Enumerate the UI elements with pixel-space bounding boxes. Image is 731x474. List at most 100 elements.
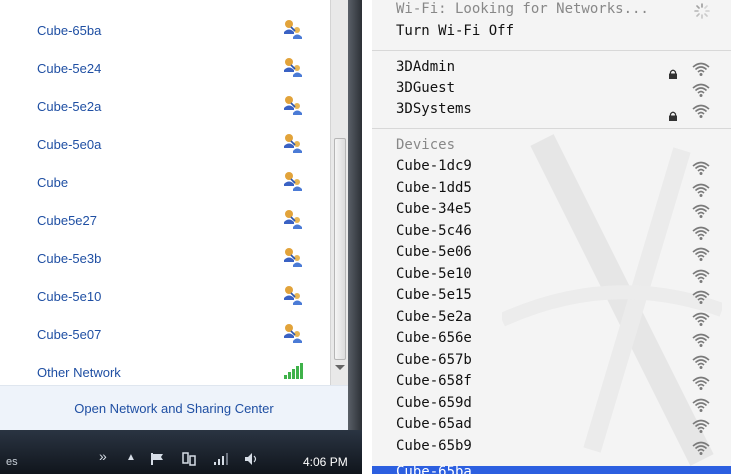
windows-network-item[interactable]: Cube-5e24 — [0, 49, 330, 87]
taskbar-clock[interactable]: 4:06 PM — [303, 455, 348, 469]
windows-network-item[interactable]: Cube-5e10 — [0, 277, 330, 315]
wifi-icon — [691, 246, 711, 262]
open-network-sharing-center-link[interactable]: Open Network and Sharing Center — [74, 401, 273, 416]
scroll-down-arrow-icon[interactable] — [335, 365, 345, 370]
network-name: Cube-5e2a — [37, 98, 102, 114]
wifi-icon — [691, 203, 711, 219]
device-name: Cube-1dc9 — [396, 158, 472, 174]
wifi-network-item[interactable]: 3DGuest — [372, 79, 731, 101]
device-name: Cube-65b9 — [396, 437, 472, 454]
device-name: Cube-1dd5 — [396, 179, 472, 196]
adhoc-network-icon — [282, 18, 304, 40]
tray-volume-icon[interactable] — [243, 452, 261, 469]
windows-network-flyout: Cube-65ba Cube-5e24 Cube-5e2a Cube-5e0a Cube… — [0, 0, 362, 474]
network-name: Cube-5e24 — [37, 60, 102, 76]
wifi-icon — [691, 103, 711, 119]
wifi-icon — [691, 268, 711, 284]
device-item[interactable]: Cube-5c46 — [372, 222, 731, 244]
wifi-icon — [691, 440, 711, 456]
windows-network-item[interactable]: Cube-5e07 — [0, 315, 330, 353]
mac-wifi-menu: Wi-Fi: Looking for Networks... Turn Wi-F… — [372, 0, 731, 474]
device-name: Cube-659d — [396, 394, 472, 411]
wifi-network-item[interactable]: 3DSystems — [372, 100, 731, 122]
flyout-border — [348, 0, 362, 432]
device-name: Cube-5e06 — [396, 244, 472, 260]
wifi-icon — [691, 225, 711, 241]
device-item-label: Cube-65ba — [396, 464, 472, 474]
network-name: Cube-5e07 — [37, 326, 102, 342]
device-name: Cube-656e — [396, 330, 472, 346]
network-name: Cube-65ba — [37, 22, 102, 38]
wifi-icon — [691, 82, 711, 98]
adhoc-network-icon — [282, 322, 304, 344]
tray-flag-icon[interactable] — [150, 452, 166, 469]
windows-network-item[interactable]: Cube5e27 — [0, 201, 330, 239]
wifi-status-row: Wi-Fi: Looking for Networks... — [372, 0, 731, 22]
show-hidden-icons-button[interactable]: » — [99, 448, 107, 464]
network-name: Cube-5e10 — [37, 288, 102, 304]
signal-bars-icon — [282, 360, 304, 382]
device-item[interactable]: Cube-658f — [372, 372, 731, 394]
windows-network-item[interactable]: Cube-5e3b — [0, 239, 330, 277]
tray-signal-icon[interactable] — [212, 452, 230, 469]
windows-network-item[interactable]: Cube-5e2a — [0, 87, 330, 125]
wifi-icon — [691, 61, 711, 77]
device-item[interactable]: Cube-65b9 — [372, 437, 731, 459]
device-item[interactable]: Cube-5e06 — [372, 243, 731, 265]
windows-network-item[interactable]: Cube-5e0a — [0, 125, 330, 163]
adhoc-network-icon — [282, 94, 304, 116]
device-item[interactable]: Cube-1dc9 — [372, 157, 731, 179]
device-name: Cube-65ad — [396, 416, 472, 432]
network-name: Cube — [37, 174, 69, 190]
wifi-icon — [691, 289, 711, 305]
wifi-network-item[interactable]: 3DAdmin — [372, 58, 731, 80]
device-item[interactable]: Cube-659d — [372, 394, 731, 416]
adhoc-network-icon — [282, 208, 304, 230]
network-name: 3DGuest — [396, 80, 456, 96]
turn-wifi-off-item[interactable]: Turn Wi-Fi Off — [372, 22, 731, 44]
wifi-status-label: Wi-Fi: Looking for Networks... — [396, 1, 649, 17]
scrollbar-thumb[interactable] — [334, 138, 346, 360]
devices-header: Devices — [372, 136, 731, 158]
device-name: Cube-658f — [396, 373, 472, 389]
windows-flyout-footer: Open Network and Sharing Center — [0, 385, 348, 431]
windows-network-item[interactable]: Cube-65ba — [0, 11, 330, 49]
wifi-icon — [691, 418, 711, 434]
lock-icon — [668, 64, 678, 79]
device-name: Cube-5e15 — [396, 287, 472, 303]
wifi-icon — [691, 160, 711, 176]
device-item[interactable]: Cube-656e — [372, 329, 731, 351]
device-item-selected[interactable]: Cube-65ba — [372, 464, 731, 474]
network-name: Cube-5e0a — [37, 136, 102, 152]
adhoc-network-icon — [282, 246, 304, 268]
device-name: Cube-657b — [396, 351, 472, 368]
device-name: Cube-5e2a — [396, 308, 472, 325]
windows-scrollbar[interactable] — [330, 0, 349, 385]
device-item[interactable]: Cube-34e5 — [372, 200, 731, 222]
spinner-icon — [694, 3, 710, 19]
tray-network-icon[interactable] — [181, 452, 199, 469]
device-name: Cube-5c46 — [396, 222, 472, 239]
device-item[interactable]: Cube-5e15 — [372, 286, 731, 308]
network-name: 3DAdmin — [396, 59, 456, 75]
wifi-icon — [691, 332, 711, 348]
wifi-icon — [691, 311, 711, 327]
device-item[interactable]: Cube-5e10 — [372, 265, 731, 287]
device-item[interactable]: Cube-65ad — [372, 415, 731, 437]
network-name: 3DSystems — [396, 101, 472, 117]
device-item[interactable]: Cube-657b — [372, 351, 731, 373]
tray-up-arrow-icon[interactable]: ▲ — [126, 452, 136, 463]
device-item[interactable]: Cube-5e2a — [372, 308, 731, 330]
windows-taskbar: es » ▲ 4:06 PM — [0, 430, 362, 474]
adhoc-network-icon — [282, 56, 304, 78]
turn-wifi-off-label: Turn Wi-Fi Off — [396, 23, 515, 39]
device-name: Cube-5e10 — [396, 265, 472, 282]
windows-network-item[interactable]: Cube — [0, 163, 330, 201]
windows-network-list: Cube-65ba Cube-5e24 Cube-5e2a Cube-5e0a Cube… — [0, 0, 330, 385]
device-item[interactable]: Cube-1dd5 — [372, 179, 731, 201]
taskbar-left-text: es — [6, 456, 18, 468]
device-name: Cube-34e5 — [396, 201, 472, 217]
lock-icon — [668, 106, 678, 121]
network-name: Cube-5e3b — [37, 250, 102, 266]
adhoc-network-icon — [282, 170, 304, 192]
